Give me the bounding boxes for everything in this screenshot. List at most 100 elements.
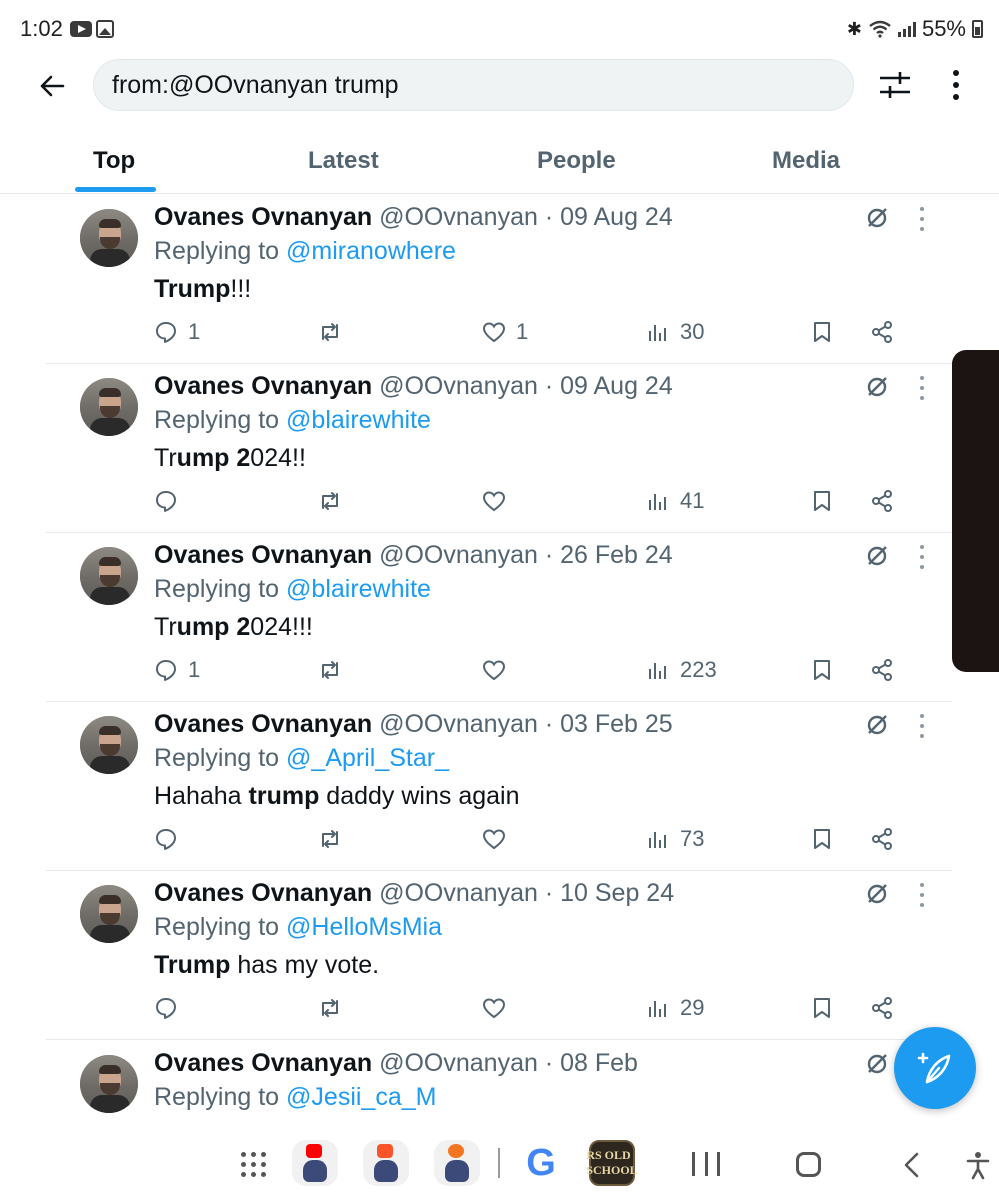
- handle-date: @OOvnanyan · 09 Aug 24: [379, 372, 673, 400]
- author-name[interactable]: Ovanes Ovnanyan: [154, 203, 372, 231]
- bookmark-icon: [814, 998, 830, 1018]
- author-name[interactable]: Ovanes Ovnanyan: [154, 710, 372, 738]
- handle-date: @OOvnanyan · 03 Feb 25: [379, 710, 673, 738]
- tweet[interactable]: Ovanes Ovnanyan @OOvnanyan · 03 Feb 25 R…: [46, 702, 952, 871]
- retweet-icon: [322, 492, 338, 510]
- avatar[interactable]: [80, 885, 138, 943]
- more-options-button[interactable]: [940, 66, 972, 104]
- reply-button[interactable]: 1: [154, 655, 200, 685]
- crunchyroll-app-icon[interactable]: [434, 1140, 480, 1186]
- search-input[interactable]: from:@OOvnanyan trump: [93, 59, 854, 111]
- mention-link[interactable]: @Jesii_ca_M: [286, 1083, 436, 1111]
- grok-icon[interactable]: [864, 1051, 890, 1077]
- edge-panel-handle[interactable]: [952, 350, 999, 672]
- author-name[interactable]: Ovanes Ovnanyan: [154, 541, 372, 569]
- arrow-left-icon: [40, 75, 65, 97]
- heart-icon: [482, 998, 506, 1019]
- retweet-button[interactable]: [318, 317, 342, 347]
- reply-button[interactable]: 1: [154, 317, 200, 347]
- like-button[interactable]: [482, 824, 516, 854]
- mention-link[interactable]: @miranowhere: [286, 237, 456, 265]
- grok-icon[interactable]: [864, 205, 890, 231]
- more-vertical-icon[interactable]: [918, 714, 926, 738]
- tweet[interactable]: Ovanes Ovnanyan @OOvnanyan · 10 Sep 24 R…: [46, 871, 952, 1040]
- share-button[interactable]: [870, 824, 894, 854]
- youtube-app-icon[interactable]: [292, 1140, 338, 1186]
- avatar[interactable]: [80, 547, 138, 605]
- retweet-button[interactable]: [318, 993, 342, 1023]
- tweet-actions: 1 1 30: [154, 317, 914, 347]
- bookmark-button[interactable]: [810, 824, 834, 854]
- share-button[interactable]: [870, 993, 894, 1023]
- replying-to: Replying to @miranowhere: [154, 237, 456, 265]
- osrs-app-icon[interactable]: RS OLD SCHOOL: [586, 1140, 638, 1186]
- tab-people[interactable]: People: [537, 147, 616, 175]
- tab-top[interactable]: Top: [93, 147, 135, 175]
- more-vertical-icon[interactable]: [918, 207, 926, 231]
- grok-icon[interactable]: [864, 881, 890, 907]
- views-button[interactable]: 223: [646, 655, 717, 685]
- retweet-button[interactable]: [318, 824, 342, 854]
- bookmark-button[interactable]: [810, 655, 834, 685]
- tweet[interactable]: Ovanes Ovnanyan @OOvnanyan · 09 Aug 24 R…: [46, 364, 952, 533]
- more-vertical-icon[interactable]: [918, 376, 926, 400]
- back-button[interactable]: [30, 66, 74, 106]
- bookmark-button[interactable]: [810, 486, 834, 516]
- mention-link[interactable]: @_April_Star_: [286, 744, 449, 772]
- bookmark-button[interactable]: [810, 993, 834, 1023]
- views-button[interactable]: 29: [646, 993, 704, 1023]
- compose-button[interactable]: [894, 1027, 976, 1109]
- battery-icon: [972, 20, 983, 38]
- retweet-button[interactable]: [318, 655, 342, 685]
- mention-link[interactable]: @HelloMsMia: [286, 913, 442, 941]
- search-tabs: Top Latest People Media: [0, 132, 999, 194]
- reply-button[interactable]: [154, 993, 188, 1023]
- views-button[interactable]: 73: [646, 824, 704, 854]
- grok-icon[interactable]: [864, 543, 890, 569]
- tab-media[interactable]: Media: [772, 147, 840, 175]
- tweet[interactable]: Ovanes Ovnanyan @OOvnanyan · 09 Aug 24 R…: [46, 195, 952, 364]
- like-button[interactable]: 1: [482, 317, 528, 347]
- views-button[interactable]: 41: [646, 486, 704, 516]
- google-app-icon[interactable]: G: [518, 1140, 564, 1186]
- sliders-icon: [880, 72, 910, 98]
- grok-icon[interactable]: [864, 374, 890, 400]
- author-name[interactable]: Ovanes Ovnanyan: [154, 879, 372, 907]
- avatar[interactable]: [80, 378, 138, 436]
- retweet-icon: [322, 830, 338, 848]
- like-button[interactable]: [482, 655, 516, 685]
- reply-button[interactable]: [154, 824, 188, 854]
- reply-button[interactable]: [154, 486, 188, 516]
- tweet-actions: 1 223: [154, 655, 914, 685]
- more-vertical-icon[interactable]: [918, 545, 926, 569]
- views-button[interactable]: 30: [646, 317, 704, 347]
- more-vertical-icon[interactable]: [918, 883, 926, 907]
- avatar[interactable]: [80, 209, 138, 267]
- avatar[interactable]: [80, 716, 138, 774]
- bookmark-button[interactable]: [810, 317, 834, 347]
- heart-icon: [482, 829, 506, 850]
- filter-button[interactable]: [876, 66, 914, 104]
- grok-icon[interactable]: [864, 712, 890, 738]
- author-name[interactable]: Ovanes Ovnanyan: [154, 1049, 372, 1077]
- like-button[interactable]: [482, 993, 516, 1023]
- tweet[interactable]: Ovanes Ovnanyan @OOvnanyan · 26 Feb 24 R…: [46, 533, 952, 702]
- mention-link[interactable]: @blairewhite: [286, 406, 431, 434]
- apps-grid-icon[interactable]: [241, 1152, 267, 1178]
- replying-to: Replying to @_April_Star_: [154, 744, 449, 772]
- nav-back-button[interactable]: [900, 1150, 922, 1180]
- home-button[interactable]: [796, 1152, 821, 1177]
- brave-app-icon[interactable]: [363, 1140, 409, 1186]
- replying-to: Replying to @blairewhite: [154, 575, 431, 603]
- share-button[interactable]: [870, 486, 894, 516]
- author-name[interactable]: Ovanes Ovnanyan: [154, 372, 372, 400]
- share-button[interactable]: [870, 655, 894, 685]
- recents-button[interactable]: [692, 1152, 720, 1178]
- like-button[interactable]: [482, 486, 516, 516]
- share-button[interactable]: [870, 317, 894, 347]
- retweet-button[interactable]: [318, 486, 342, 516]
- mention-link[interactable]: @blairewhite: [286, 575, 431, 603]
- tab-latest[interactable]: Latest: [308, 147, 379, 175]
- avatar[interactable]: [80, 1055, 138, 1113]
- accessibility-icon[interactable]: [964, 1150, 992, 1180]
